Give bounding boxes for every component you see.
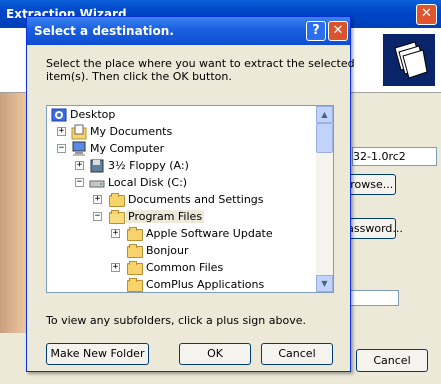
hard-drive-icon [89, 180, 105, 188]
folder-icon [127, 261, 143, 275]
expand-icon[interactable]: + [111, 263, 120, 272]
desktop-icon [51, 108, 67, 122]
folder-icon [127, 278, 143, 292]
expand-icon[interactable]: + [111, 229, 120, 238]
close-icon[interactable]: ✕ [328, 21, 348, 41]
folder-icon [127, 244, 143, 258]
my-computer-icon [72, 141, 86, 156]
folder-tree[interactable]: Desktop + My Documents − My Computer + 3… [46, 105, 334, 293]
expand-icon[interactable]: + [57, 127, 66, 136]
my-documents-icon [71, 124, 87, 140]
scroll-up-icon[interactable]: ▲ [316, 106, 333, 123]
folder-icon [109, 193, 125, 207]
dialog-titlebar: Select a destination. ? ✕ [27, 17, 350, 45]
selected-folder-label: Program Files [126, 210, 205, 223]
instruction-line-2: item(s). Then click the OK button. [46, 70, 232, 83]
collapse-icon[interactable]: − [57, 144, 66, 153]
wizard-close-icon[interactable]: ✕ [416, 4, 437, 25]
wizard-text-field[interactable] [350, 290, 399, 306]
floppy-drive-icon [90, 159, 104, 173]
wizard-side-image [0, 93, 28, 333]
make-new-folder-button[interactable]: Make New Folder [46, 343, 149, 365]
wizard-cancel-button[interactable]: Cancel [356, 349, 428, 372]
instruction-line-1: Select the place where you want to extra… [46, 57, 355, 70]
destination-path-field[interactable]: 32-1.0rc2 [352, 147, 437, 166]
expand-icon[interactable]: + [93, 195, 102, 204]
subfolder-hint: To view any subfolders, click a plus sig… [46, 314, 306, 327]
help-icon[interactable]: ? [306, 21, 326, 41]
select-destination-dialog: Select a destination. ? ✕ Select the pla… [26, 16, 355, 372]
collapse-icon[interactable]: − [75, 178, 84, 187]
dialog-title: Select a destination. [34, 24, 174, 38]
scroll-thumb[interactable] [316, 123, 333, 153]
folder-open-icon [109, 210, 125, 224]
destination-path-text: 32-1.0rc2 [353, 150, 406, 163]
vertical-scrollbar[interactable]: ▲ ▼ [316, 106, 333, 292]
scroll-down-icon[interactable]: ▼ [316, 275, 333, 292]
ok-button[interactable]: OK [179, 343, 251, 365]
cancel-button[interactable]: Cancel [261, 343, 333, 365]
folder-icon [127, 227, 143, 241]
folders-logo-icon [383, 34, 435, 86]
expand-icon[interactable]: + [75, 161, 84, 170]
collapse-icon[interactable]: − [93, 212, 102, 221]
dialog-instructions: Select the place where you want to extra… [46, 57, 355, 83]
